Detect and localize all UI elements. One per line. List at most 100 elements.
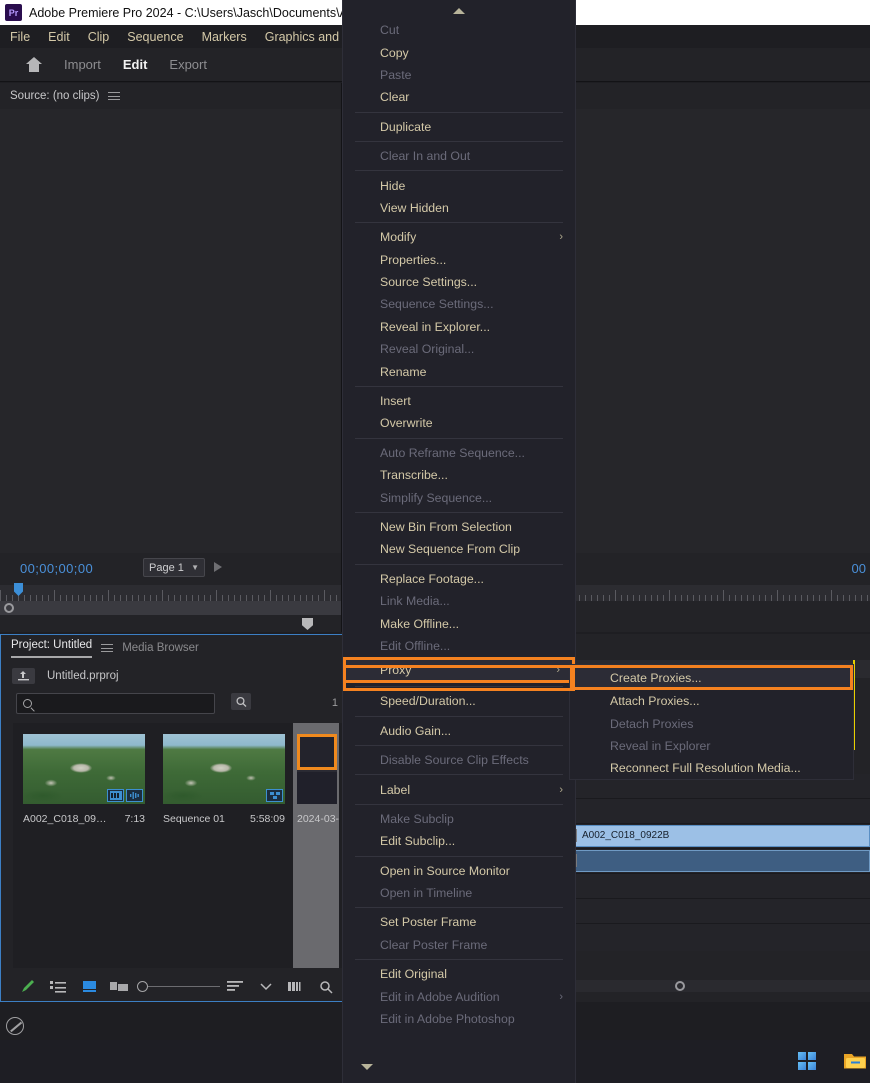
scroll-up-arrow-icon[interactable]	[343, 5, 575, 17]
page-select-dropdown[interactable]: Page 1 ▼	[143, 558, 205, 577]
menu-item-overwrite[interactable]: Overwrite	[343, 412, 575, 434]
list-view-icon[interactable]	[44, 980, 75, 993]
list-item-selected[interactable]: 2024-03-	[293, 723, 339, 968]
menu-separator	[355, 959, 563, 961]
menu-sequence[interactable]: Sequence	[127, 30, 183, 44]
scroll-down-arrow-icon[interactable]	[343, 1061, 575, 1073]
find-search-icon[interactable]	[311, 980, 342, 994]
project-panel-tabbar: Project: Untitled Media Browser	[1, 635, 342, 661]
freeform-view-icon[interactable]	[105, 980, 136, 994]
menu-item-source-settings[interactable]: Source Settings...	[343, 271, 575, 293]
search-input-wrapper[interactable]	[16, 693, 215, 714]
menu-item-audio-gain[interactable]: Audio Gain...	[343, 720, 575, 742]
list-item[interactable]: A002_C018_0922BW... 7:13	[13, 723, 153, 968]
icon-view-icon[interactable]	[74, 980, 105, 993]
menu-item-label: Reveal Original...	[380, 342, 475, 357]
list-item[interactable]: Sequence 01 5:58:09	[153, 723, 293, 968]
timeline-clip-audio[interactable]: fx	[536, 850, 870, 872]
menu-item-view-hidden[interactable]: View Hidden	[343, 197, 575, 219]
menu-file[interactable]: File	[10, 30, 30, 44]
menu-item-rename[interactable]: Rename	[343, 360, 575, 382]
track-body[interactable]: fx A002_C018_0922B	[535, 824, 870, 848]
menu-item-label: Link Media...	[380, 594, 450, 609]
menu-item-new-sequence-from-clip[interactable]: New Sequence From Clip	[343, 538, 575, 560]
creative-cloud-icon[interactable]	[6, 1017, 24, 1035]
automate-to-sequence-icon[interactable]	[281, 980, 312, 993]
menu-edit[interactable]: Edit	[48, 30, 70, 44]
menu-item-label[interactable]: Label ›	[343, 778, 575, 800]
marker-shield-icon[interactable]	[302, 618, 313, 630]
source-time-ruler[interactable]	[0, 585, 341, 601]
chevron-right-icon: ›	[559, 990, 563, 1003]
clip-name: 2024-03-	[297, 813, 340, 825]
source-zoom-knob[interactable]	[4, 603, 14, 613]
tab-export[interactable]: Export	[169, 57, 207, 72]
windows-start-icon[interactable]	[798, 1052, 816, 1070]
menu-item-disable-source-clip-effects: Disable Source Clip Effects	[343, 749, 575, 771]
timeline-scroll-knob[interactable]	[675, 981, 685, 991]
menu-markers[interactable]: Markers	[202, 30, 247, 44]
submenu-item-reconnect-full-resolution-media[interactable]: Reconnect Full Resolution Media...	[570, 757, 853, 779]
menu-item-open-in-source-monitor[interactable]: Open in Source Monitor	[343, 860, 575, 882]
menu-clip[interactable]: Clip	[88, 30, 110, 44]
menu-item-reveal-in-explorer[interactable]: Reveal in Explorer...	[343, 316, 575, 338]
menu-separator	[355, 686, 563, 688]
pen-tool-icon[interactable]	[13, 979, 44, 994]
source-monitor-view[interactable]	[0, 109, 341, 553]
menu-item-set-poster-frame[interactable]: Set Poster Frame	[343, 911, 575, 933]
hamburger-icon[interactable]	[108, 90, 121, 103]
zoom-slider[interactable]	[137, 981, 220, 992]
file-explorer-icon[interactable]	[843, 1052, 867, 1071]
home-icon[interactable]	[26, 57, 42, 72]
zoom-slider-knob[interactable]	[137, 981, 149, 992]
tab-edit[interactable]: Edit	[123, 57, 148, 72]
sort-icon[interactable]	[220, 980, 251, 993]
find-icon[interactable]	[231, 693, 251, 710]
menu-item-new-bin-from-selection[interactable]: New Bin From Selection	[343, 516, 575, 538]
clip-context-menu[interactable]: Cut Copy Paste Clear Duplicate Clear In and O…	[343, 0, 575, 1083]
menu-item-clear[interactable]: Clear	[343, 86, 575, 108]
menu-item-make-offline[interactable]: Make Offline...	[343, 612, 575, 634]
menu-item-duplicate[interactable]: Duplicate	[343, 116, 575, 138]
menu-item-speed-duration[interactable]: Speed/Duration...	[343, 690, 575, 712]
menu-item-edit-subclip[interactable]: Edit Subclip...	[343, 830, 575, 852]
submenu-item-create-proxies[interactable]: Create Proxies...	[570, 665, 853, 690]
track-body[interactable]	[535, 924, 870, 951]
tab-import[interactable]: Import	[64, 57, 101, 72]
menu-item-insert[interactable]: Insert	[343, 390, 575, 412]
timeline-clip-video[interactable]: fx A002_C018_0922B	[536, 825, 870, 847]
chevron-down-icon[interactable]	[250, 982, 281, 991]
menu-item-proxy[interactable]: Proxy ›	[343, 657, 575, 684]
menu-item-hide[interactable]: Hide	[343, 174, 575, 196]
project-toolbar	[1, 972, 342, 1001]
project-bin-grid[interactable]: A002_C018_0922BW... 7:13 Sequence 01 5:5…	[13, 723, 342, 968]
track-body[interactable]	[535, 799, 870, 823]
menu-item-label: Clear Poster Frame	[380, 937, 488, 952]
play-triangle-icon[interactable]	[214, 562, 222, 572]
tab-project-untitled[interactable]: Project: Untitled	[11, 639, 93, 658]
source-panel-tab[interactable]: Source: (no clips)	[10, 90, 99, 102]
menu-item-label: Label	[380, 782, 411, 797]
source-scrollbar[interactable]	[0, 601, 341, 615]
menu-item-label: Edit Offline...	[380, 638, 451, 653]
hamburger-icon[interactable]	[101, 642, 114, 655]
track-body[interactable]	[535, 899, 870, 923]
submenu-item-label: Reveal in Explorer	[610, 738, 711, 753]
navigate-up-icon[interactable]	[12, 667, 35, 684]
submenu-item-attach-proxies[interactable]: Attach Proxies...	[570, 690, 853, 712]
menu-item-replace-footage[interactable]: Replace Footage...	[343, 568, 575, 590]
timeline-playhead[interactable]	[853, 660, 855, 750]
proxy-submenu[interactable]: Create Proxies... Attach Proxies... Detach…	[570, 665, 853, 779]
menu-item-label: Reveal in Explorer...	[380, 319, 491, 334]
menu-item-properties[interactable]: Properties...	[343, 249, 575, 271]
chevron-right-icon: ›	[556, 664, 560, 677]
track-body[interactable]	[535, 874, 870, 898]
tab-media-browser[interactable]: Media Browser	[122, 642, 199, 654]
source-timecode[interactable]: 00;00;00;00	[20, 561, 93, 576]
menu-item-copy[interactable]: Copy	[343, 41, 575, 63]
program-timecode[interactable]: 00	[852, 561, 866, 576]
menu-item-transcribe[interactable]: Transcribe...	[343, 464, 575, 486]
menu-item-modify[interactable]: Modify ›	[343, 226, 575, 248]
menu-item-edit-original[interactable]: Edit Original	[343, 963, 575, 985]
track-body[interactable]: fx	[535, 849, 870, 873]
